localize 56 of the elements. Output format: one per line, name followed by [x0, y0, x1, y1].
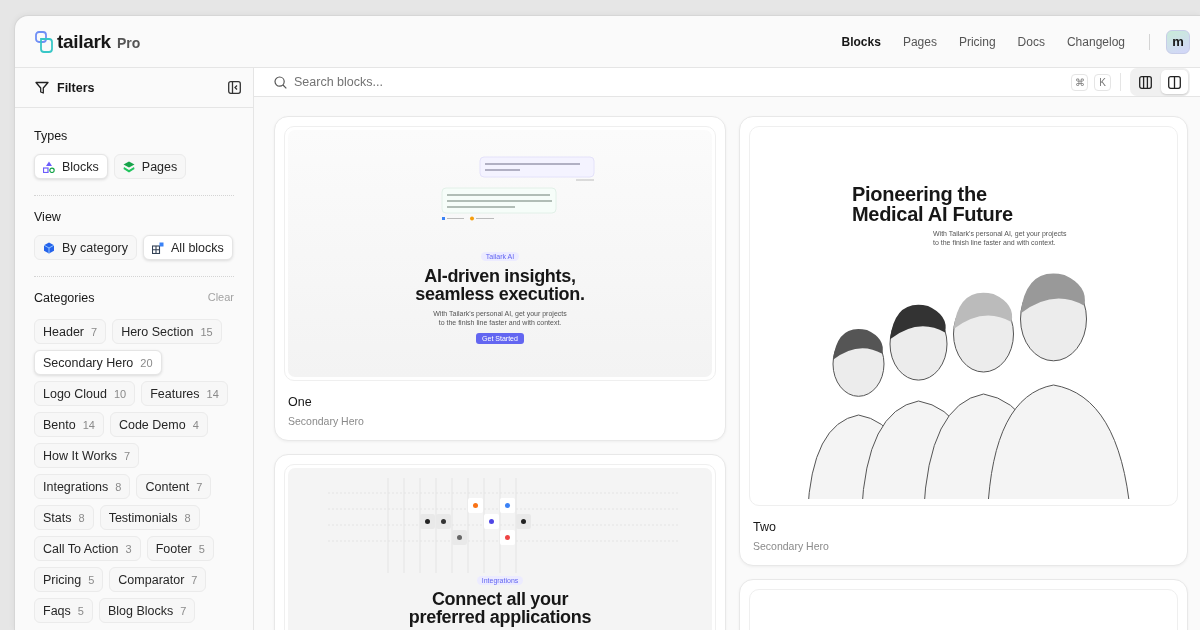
- category-chip[interactable]: Comparator 7: [109, 567, 207, 592]
- filter-option[interactable]: By category: [34, 235, 137, 260]
- category-chip[interactable]: Hero Section 15: [112, 319, 222, 344]
- grid-icon: [152, 241, 164, 254]
- category-chip[interactable]: Integrations 8: [34, 474, 131, 499]
- layers-icon: [122, 160, 135, 173]
- section-label: Categories: [34, 291, 95, 305]
- nav-link[interactable]: Pricing: [950, 28, 1004, 55]
- category-chip[interactable]: Stats 8: [34, 505, 94, 530]
- category-chip[interactable]: Bento 14: [34, 412, 104, 437]
- block-category: Secondary Hero: [288, 415, 365, 427]
- brand-name: tailark: [57, 30, 111, 53]
- filter-option[interactable]: Blocks: [34, 154, 108, 179]
- category-chip[interactable]: Call To Action 3: [34, 536, 141, 561]
- category-chip[interactable]: Code Demo 4: [109, 412, 208, 437]
- block-category: Secondary Hero: [753, 540, 830, 552]
- shapes-icon: [43, 160, 55, 173]
- filter-option[interactable]: All blocks: [143, 235, 233, 260]
- nav-link[interactable]: Blocks: [833, 28, 889, 55]
- filter-icon: [35, 80, 49, 95]
- category-chip[interactable]: Blog Blocks 7: [98, 598, 196, 623]
- sidebar-collapse-icon[interactable]: [228, 81, 241, 94]
- two-columns-icon: [1168, 75, 1181, 89]
- section-label: Types: [34, 129, 68, 143]
- logo-icon: [35, 30, 53, 53]
- category-chip[interactable]: Pricing 5: [34, 567, 104, 592]
- nav-link[interactable]: Changelog: [1058, 28, 1133, 55]
- category-chip[interactable]: Secondary Hero 20: [34, 350, 162, 375]
- filter-option[interactable]: Pages: [113, 154, 187, 179]
- preview-heading: Pioneering the Medical AI Future: [852, 184, 1013, 224]
- shortcut-key: ⌘: [1071, 73, 1088, 91]
- section-label: View: [34, 210, 61, 224]
- block-title: Two: [753, 520, 777, 534]
- nav-link[interactable]: Pages: [894, 28, 945, 55]
- cube-icon: [43, 241, 55, 254]
- category-chip[interactable]: Content 7: [136, 474, 212, 499]
- category-chip[interactable]: How It Works 7: [34, 443, 140, 468]
- shortcut-key: K: [1094, 73, 1111, 91]
- three-columns-icon: [1139, 75, 1152, 89]
- nav-link[interactable]: Docs: [1009, 28, 1053, 55]
- search-bar[interactable]: Search blocks... ⌘ K: [254, 68, 1200, 97]
- search-field[interactable]: Search blocks...: [294, 75, 1065, 89]
- plan-label: Pro: [116, 35, 141, 51]
- preview-heading: AI-driven insights, seamless execution.: [415, 267, 585, 303]
- category-chip[interactable]: Logo Cloud 10: [34, 381, 136, 406]
- category-chip[interactable]: Header 7: [34, 319, 107, 344]
- layout-toggle[interactable]: [1161, 70, 1188, 94]
- category-chip[interactable]: Footer 5: [146, 536, 214, 561]
- block-title: One: [288, 395, 313, 409]
- category-chip[interactable]: Features 14: [141, 381, 228, 406]
- preview-heading: Connect all your preferred applications: [408, 590, 592, 626]
- search-icon: [274, 75, 287, 89]
- user-avatar[interactable]: m: [1166, 29, 1190, 54]
- category-chip[interactable]: Faqs 5: [34, 598, 93, 623]
- panel-title: Filters: [57, 80, 96, 95]
- category-chip[interactable]: Testimonials 8: [99, 505, 200, 530]
